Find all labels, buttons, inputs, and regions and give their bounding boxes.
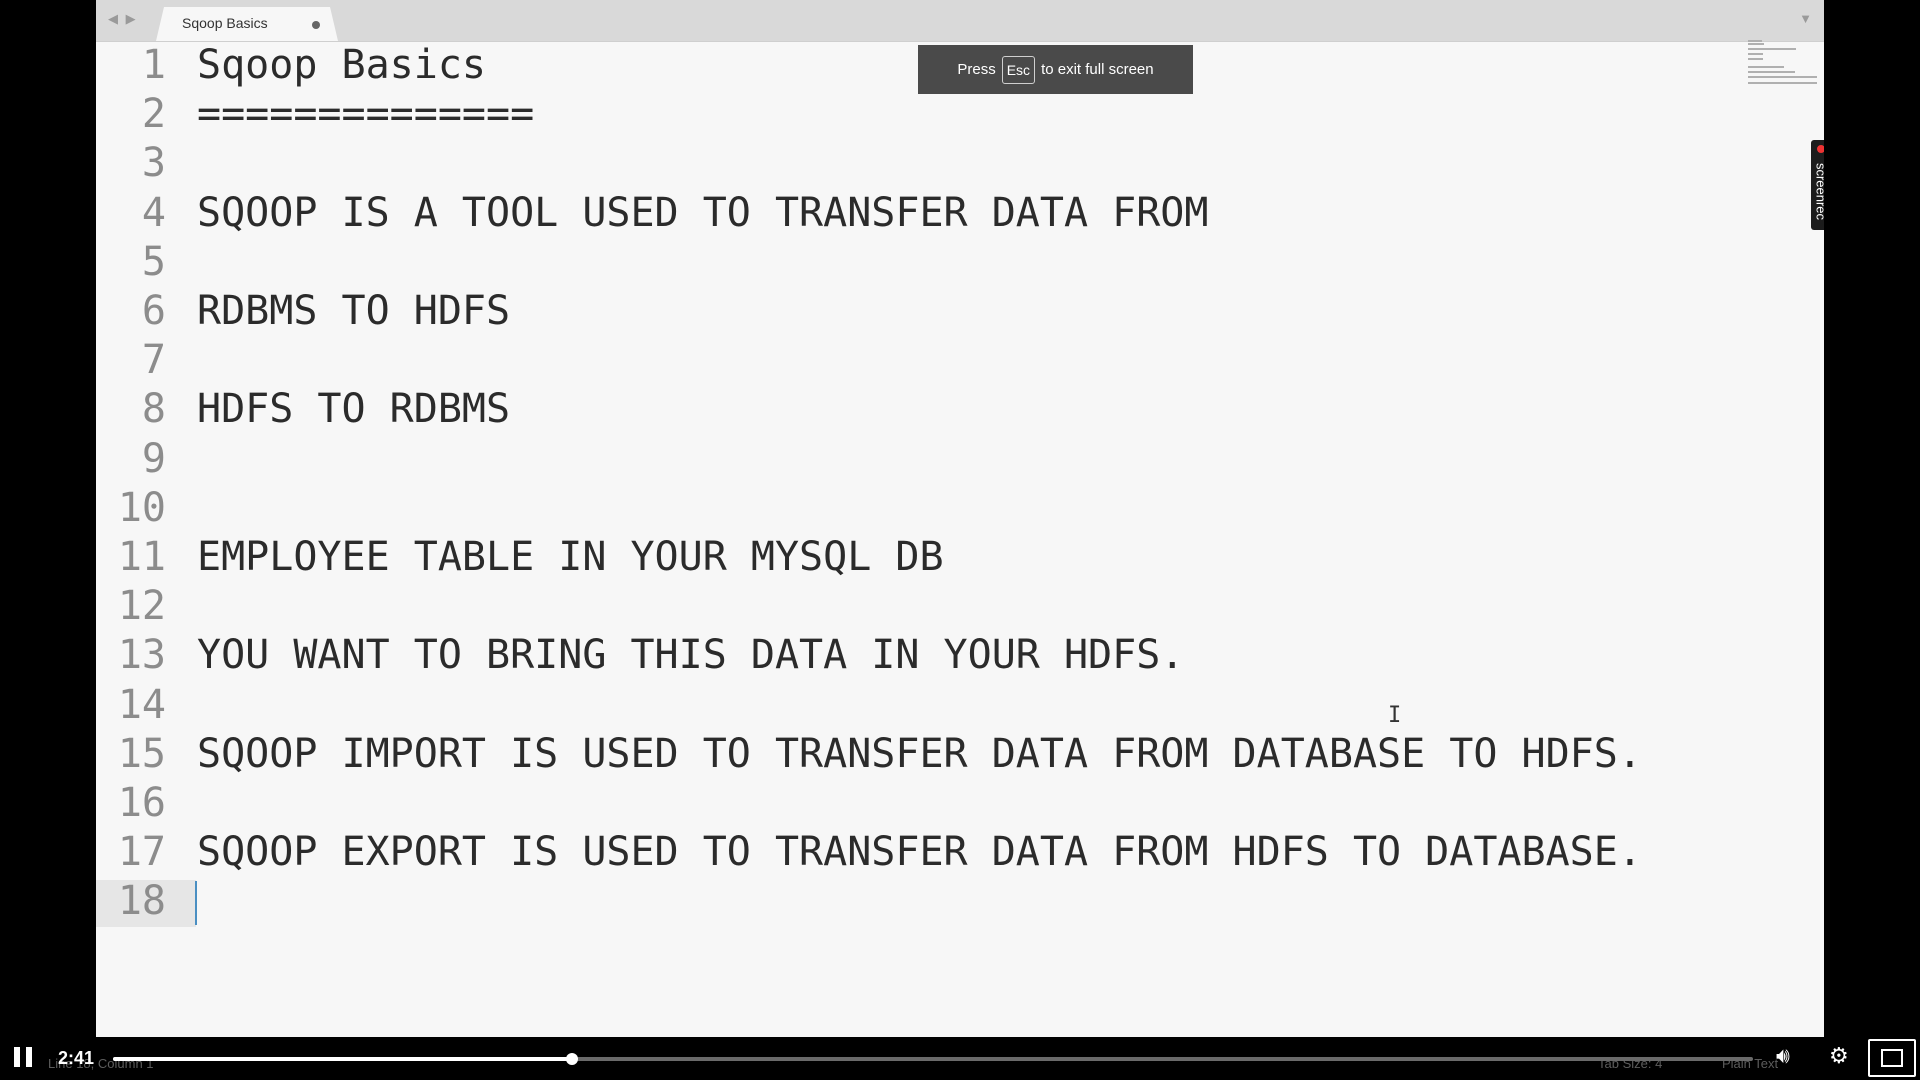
progress-bar[interactable] (113, 1053, 1753, 1065)
tab-title: Sqoop Basics (182, 15, 268, 31)
line-number: 10 (117, 484, 166, 531)
line-number: 11 (117, 534, 166, 580)
line-text: YOU WANT TO BRING THIS DATA IN YOUR HDFS… (197, 632, 1185, 679)
tab-nav-arrows-icon[interactable]: ◀ ▶ (108, 11, 138, 27)
fullscreen-toast: Press Esc to exit full screen (918, 45, 1193, 94)
editor-line[interactable]: 13 YOU WANT TO BRING THIS DATA IN YOUR HD… (96, 631, 1824, 680)
tab-sqoop-basics[interactable]: Sqoop Basics (156, 7, 338, 41)
record-icon (1817, 145, 1824, 153)
text-cursor-icon: I (1388, 703, 1402, 728)
exit-fullscreen-icon[interactable] (1868, 1039, 1916, 1077)
editor-line[interactable]: 5 (96, 238, 1824, 287)
minimap-line (1748, 47, 1797, 50)
line-number: 12 (117, 583, 166, 630)
line-text: SQOOP EXPORT IS USED TO TRANSFER DATA FR… (197, 829, 1642, 876)
editor-line[interactable]: 6 RDBMS TO HDFS (96, 287, 1824, 336)
screenrec-badge: screenrec (1811, 140, 1824, 230)
editor-line[interactable]: 8 HDFS TO RDBMS (96, 385, 1824, 434)
unsaved-dot-icon[interactable] (312, 21, 320, 29)
editor-line[interactable]: 15 SQOOP IMPORT IS USED TO TRANSFER DATA … (96, 730, 1824, 779)
line-text: Sqoop Basics (197, 42, 486, 88)
gear-icon[interactable]: ⚙ (1829, 1043, 1849, 1069)
minimap-line (1748, 42, 1765, 45)
esc-key: Esc (1001, 55, 1036, 84)
line-text: EMPLOYEE TABLE IN YOUR MYSQL DB (197, 534, 944, 580)
editor-line[interactable]: 17 SQOOP EXPORT IS USED TO TRANSFER DATA … (96, 828, 1824, 877)
editor-line[interactable]: 16 (96, 779, 1824, 828)
minimap-line (1748, 71, 1796, 74)
player-controls: 2:41 🔊︎ ⚙ (0, 1037, 1920, 1080)
editor-line[interactable]: 18 (96, 877, 1824, 928)
pause-icon[interactable] (14, 1047, 32, 1067)
line-number: 3 (141, 140, 166, 187)
line-number: 16 (117, 780, 166, 826)
line-number: 7 (141, 337, 166, 384)
line-number: 17 (117, 829, 166, 876)
text-caret (195, 881, 197, 926)
tab-bar: ◀ ▶ Sqoop Basics ▼ (96, 0, 1824, 42)
minimap[interactable] (1748, 40, 1820, 90)
line-number: 4 (141, 189, 166, 236)
editor-line[interactable]: 12 (96, 582, 1824, 631)
volume-icon[interactable]: 🔊︎ (1776, 1043, 1790, 1069)
line-text: HDFS TO RDBMS (197, 386, 511, 433)
minimap-line (1748, 76, 1817, 79)
minimap-line (1748, 81, 1817, 84)
progress-knob[interactable] (566, 1053, 579, 1065)
toast-prefix: Press (957, 61, 996, 78)
line-number: 14 (117, 681, 166, 728)
minimap-line (1748, 66, 1784, 68)
line-text: SQOOP IS A TOOL USED TO TRANSFER DATA FR… (197, 189, 1209, 236)
line-number: 2 (141, 91, 166, 138)
tab-overflow-icon[interactable]: ▼ (1799, 11, 1812, 26)
minimap-line (1748, 58, 1763, 61)
time-display: 2:41 (58, 1048, 95, 1068)
editor-line[interactable]: 10 (96, 484, 1824, 533)
editor-line[interactable]: 11 EMPLOYEE TABLE IN YOUR MYSQL DB (96, 533, 1824, 582)
screenrec-label: screenrec (1813, 162, 1825, 221)
line-number: 8 (141, 386, 166, 433)
toast-suffix: to exit full screen (1041, 61, 1154, 78)
video-frame: ◀ ▶ Sqoop Basics ▼ 1 Sqoop Basics 2 =======… (96, 0, 1824, 1037)
minimap-line (1748, 53, 1763, 55)
line-number: 6 (141, 288, 166, 334)
editor-line[interactable]: 4 SQOOP IS A TOOL USED TO TRANSFER DATA F… (96, 189, 1824, 238)
line-text: SQOOP IMPORT IS USED TO TRANSFER DATA FR… (197, 730, 1642, 777)
editor-line[interactable]: 14 (96, 681, 1824, 730)
line-number: 5 (141, 238, 166, 285)
editor-area[interactable]: 1 Sqoop Basics 2 ============== 3 4 SQOOP IS A… (96, 41, 1824, 1037)
line-number: 18 (117, 878, 166, 925)
line-number: 15 (117, 730, 166, 777)
editor-line[interactable]: 3 (96, 139, 1824, 188)
line-number: 1 (141, 42, 166, 88)
line-text: RDBMS TO HDFS (197, 288, 511, 334)
editor-line[interactable]: 7 (96, 336, 1824, 385)
line-number: 13 (117, 632, 166, 679)
progress-fill (113, 1057, 573, 1061)
line-text: ============== (197, 91, 535, 138)
line-number: 9 (141, 435, 166, 482)
editor-line[interactable]: 9 (96, 435, 1824, 484)
editor-line[interactable]: 2 ============== (96, 90, 1824, 139)
